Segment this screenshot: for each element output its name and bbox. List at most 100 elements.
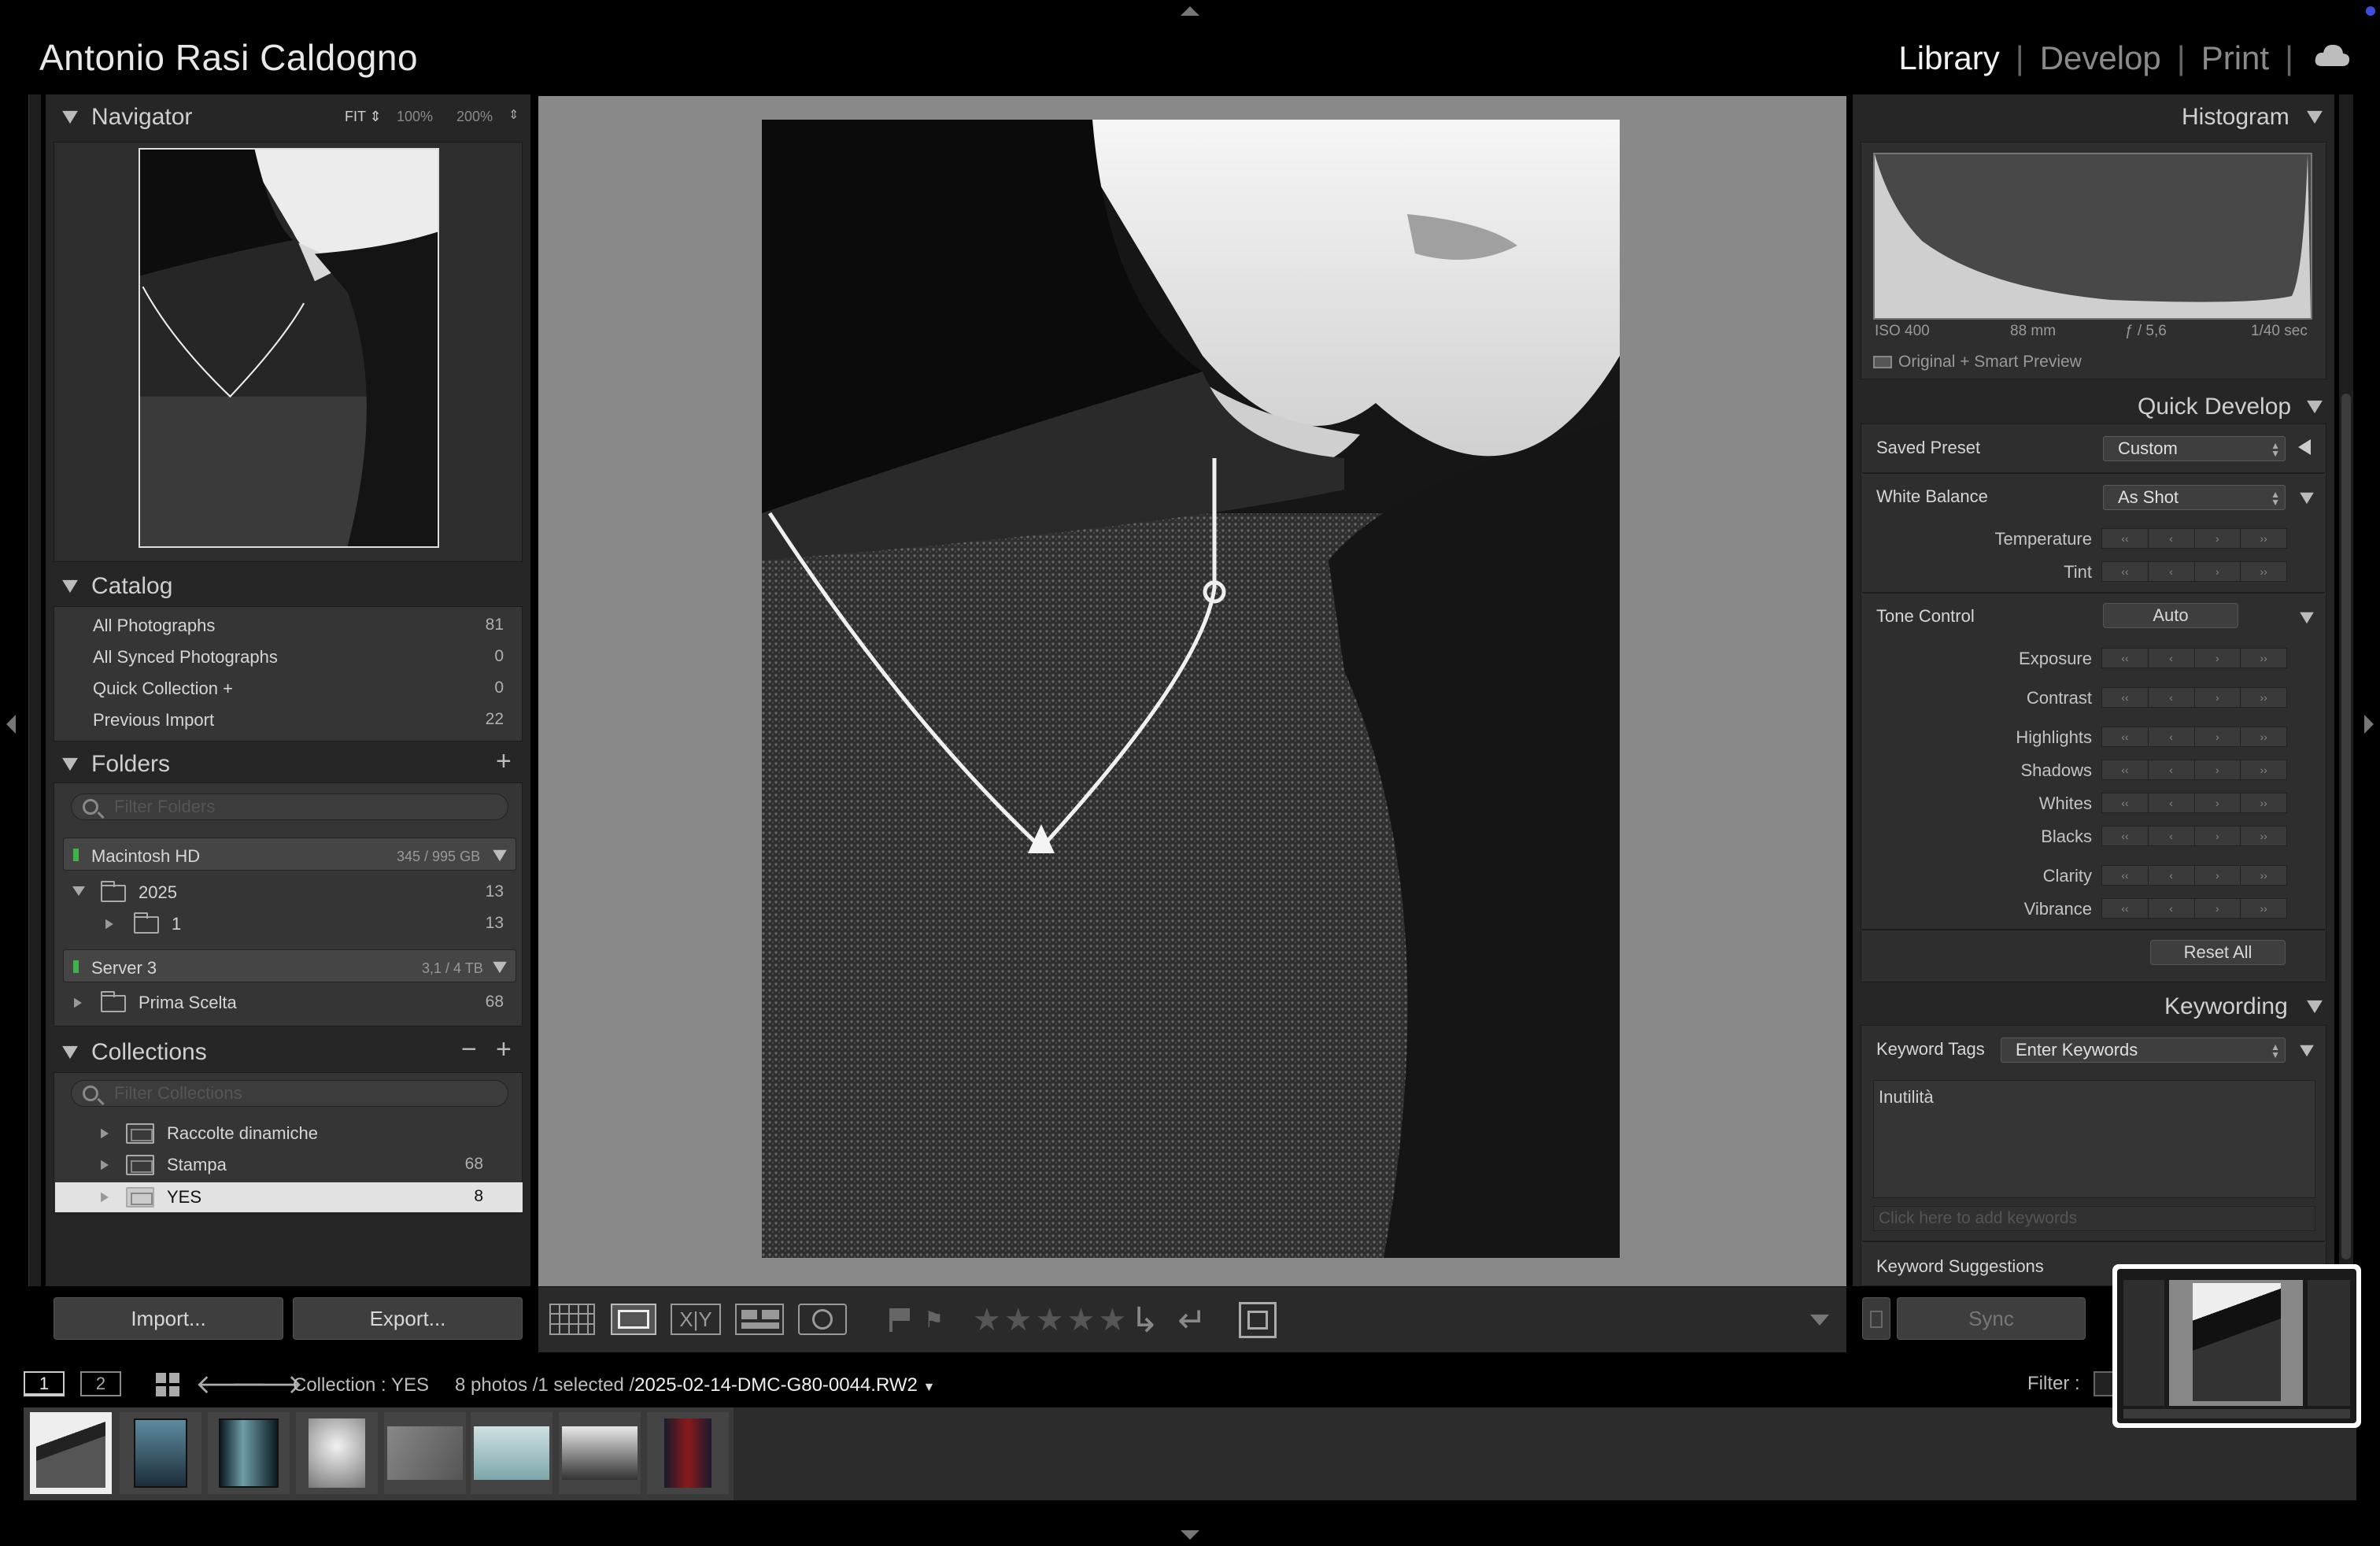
folder-1[interactable]: 1 <box>172 914 181 934</box>
navigator-zoom-fit[interactable]: FIT ⇕ <box>345 109 382 125</box>
folder-prima-expand-icon[interactable] <box>74 997 82 1008</box>
folder-1-expand-icon[interactable] <box>105 919 113 930</box>
keyword-suggestions-label[interactable]: Keyword Suggestions <box>1876 1256 2044 1277</box>
filmstrip-thumbnail-1[interactable] <box>30 1412 112 1494</box>
tint-stepper[interactable]: ‹‹ ‹ › ›› <box>2101 561 2287 582</box>
export-button[interactable]: Export... <box>293 1297 523 1340</box>
catalog-previous-import[interactable]: Previous Import <box>93 710 214 730</box>
histogram-graph[interactable] <box>1873 153 2312 320</box>
main-photo[interactable] <box>762 120 1620 1258</box>
flag-reject-icon[interactable]: ⚑ <box>924 1307 944 1333</box>
left-panel-toggle-icon[interactable] <box>6 715 16 734</box>
reset-all-button[interactable]: Reset All <box>2150 940 2286 965</box>
volume-menu-icon[interactable] <box>493 849 507 862</box>
whites-stepper[interactable]: ‹‹ ‹ › ›› <box>2101 793 2287 813</box>
add-keywords-input[interactable]: Click here to add keywords <box>1873 1206 2315 1231</box>
folder-2025[interactable]: 2025 <box>139 882 177 903</box>
collection-stampa[interactable]: Stampa <box>167 1155 227 1175</box>
folder-prima-scelta[interactable]: Prima Scelta <box>139 993 237 1013</box>
collection-raccolte-dinamiche[interactable]: Raccolte dinamiche <box>167 1123 318 1144</box>
navigator-collapse-icon[interactable] <box>62 110 78 124</box>
vibrance-stepper[interactable]: ‹‹ ‹ › ›› <box>2101 898 2287 919</box>
cloud-icon[interactable] <box>2314 43 2350 68</box>
collection-yes[interactable]: YES <box>167 1187 201 1208</box>
filmstrip-thumbnail-5[interactable] <box>384 1412 466 1494</box>
collection-expand-icon[interactable] <box>101 1160 109 1171</box>
toolbar-content-menu-icon[interactable] <box>1810 1315 1829 1326</box>
auto-tone-button[interactable]: Auto <box>2103 603 2238 628</box>
import-button[interactable]: Import... <box>54 1297 283 1340</box>
filmstrip-filename[interactable]: 2025-02-14-DMC-G80-0044.RW2 <box>634 1374 918 1396</box>
temperature-stepper[interactable]: ‹‹ ‹ › ›› <box>2101 528 2287 549</box>
folders-add-button[interactable]: + <box>496 746 512 777</box>
blacks-stepper[interactable]: ‹‹ ‹ › ›› <box>2101 826 2287 846</box>
filter-toggle[interactable] <box>2094 1371 2114 1396</box>
filmstrip-thumbnail-2[interactable] <box>120 1412 201 1494</box>
filmstrip-source[interactable]: Collection : YES <box>293 1374 429 1396</box>
catalog-quick-collection[interactable]: Quick Collection + <box>93 679 233 699</box>
clarity-stepper[interactable]: ‹‹ ‹ › ›› <box>2101 865 2287 886</box>
white-balance-collapse-icon[interactable] <box>2300 492 2314 505</box>
right-panel-scrollbar[interactable] <box>2339 94 2353 1286</box>
quick-develop-collapse-icon[interactable] <box>2307 400 2323 414</box>
loupe-view-icon[interactable] <box>611 1304 656 1335</box>
grid-icon[interactable] <box>156 1373 179 1396</box>
rating-stars[interactable]: ★★★★★ <box>973 1302 1129 1338</box>
right-panel-toggle-icon[interactable] <box>2364 715 2374 734</box>
filmstrip-thumbnail-4[interactable] <box>296 1412 378 1494</box>
filter-collections-input[interactable]: Filter Collections <box>71 1080 508 1107</box>
left-panel-scrollbar[interactable] <box>28 94 41 1286</box>
flag-pick-icon[interactable] <box>889 1308 910 1332</box>
catalog-all-photographs[interactable]: All Photographs <box>93 616 215 636</box>
people-view-icon[interactable] <box>798 1304 847 1335</box>
catalog-all-synced[interactable]: All Synced Photographs <box>93 647 278 668</box>
grid-view-icon[interactable] <box>549 1304 595 1335</box>
filmstrip-thumbnail-8[interactable] <box>647 1412 729 1494</box>
filter-folders-input[interactable]: Filter Folders <box>71 793 508 820</box>
keywording-collapse-icon[interactable] <box>2307 1000 2323 1014</box>
exposure-stepper[interactable]: ‹‹ ‹ › ›› <box>2101 648 2287 668</box>
bottom-panel-toggle-icon[interactable] <box>1181 1530 1199 1540</box>
screenshot-floating-thumbnail[interactable] <box>2112 1264 2361 1428</box>
preview-status[interactable]: Original + Smart Preview <box>1898 353 2082 372</box>
collections-remove-button[interactable]: − <box>461 1034 477 1065</box>
collections-collapse-icon[interactable] <box>62 1045 78 1060</box>
tone-control-collapse-icon[interactable] <box>2300 612 2314 624</box>
collection-set-expand-icon[interactable] <box>101 1128 109 1139</box>
folders-collapse-icon[interactable] <box>62 757 78 771</box>
filmstrip-thumbnail-7[interactable] <box>559 1412 641 1494</box>
highlights-stepper[interactable]: ‹‹ ‹ › ›› <box>2101 727 2287 747</box>
navigator-zoom-more-icon[interactable]: ⇕ <box>508 107 519 123</box>
sync-button[interactable]: Sync <box>1897 1297 2086 1340</box>
saved-preset-dropdown[interactable]: Custom ▲ ▼ <box>2103 436 2286 461</box>
rotate-left-icon[interactable]: ↳ <box>1130 1300 1159 1341</box>
catalog-collapse-icon[interactable] <box>62 579 78 594</box>
collection-expand-icon[interactable] <box>101 1192 109 1203</box>
collections-add-button[interactable]: + <box>496 1034 512 1065</box>
main-window-button[interactable]: 1 <box>24 1371 65 1396</box>
saved-preset-expand-icon[interactable] <box>2298 439 2311 455</box>
white-balance-dropdown[interactable]: As Shot ▲ ▼ <box>2103 485 2286 510</box>
module-library[interactable]: Library <box>1898 39 1999 77</box>
navigator-zoom-100[interactable]: 100% <box>397 109 433 125</box>
navigator-zoom-200[interactable]: 200% <box>456 109 493 125</box>
keyword-tags-collapse-icon[interactable] <box>2300 1045 2314 1057</box>
module-develop[interactable]: Develop <box>2040 39 2161 77</box>
sync-switch[interactable] <box>1862 1297 1890 1340</box>
histogram-collapse-icon[interactable] <box>2307 110 2323 124</box>
survey-view-icon[interactable] <box>735 1304 784 1335</box>
crop-icon[interactable] <box>1239 1302 1277 1338</box>
volume-menu-icon[interactable] <box>493 961 507 974</box>
secondary-window-button[interactable]: 2 <box>80 1371 121 1396</box>
rotate-right-icon[interactable]: ↵ <box>1177 1300 1207 1341</box>
contrast-stepper[interactable]: ‹‹ ‹ › ›› <box>2101 687 2287 708</box>
keyword-tags-dropdown[interactable]: Enter Keywords ▲ ▼ <box>2001 1037 2286 1063</box>
shadows-stepper[interactable]: ‹‹ ‹ › ›› <box>2101 760 2287 780</box>
top-panel-toggle-icon[interactable] <box>1181 6 1199 16</box>
module-print[interactable]: Print <box>2201 39 2269 77</box>
navigator-thumbnail[interactable] <box>139 148 439 548</box>
filmstrip-thumbnail-3[interactable] <box>208 1412 290 1494</box>
filmstrip-thumbnail-6[interactable] <box>471 1412 552 1494</box>
folder-2025-expand-icon[interactable] <box>72 886 85 896</box>
compare-view-icon[interactable]: X|Y <box>671 1304 721 1335</box>
